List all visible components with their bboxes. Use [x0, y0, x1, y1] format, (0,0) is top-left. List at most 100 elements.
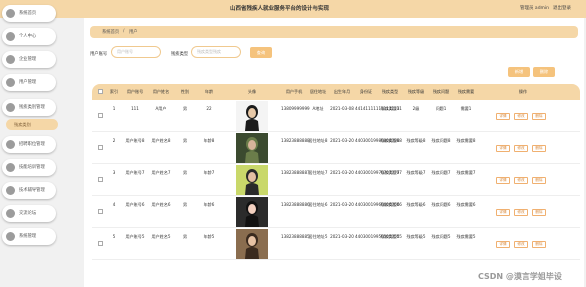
cell-sex: 男 — [182, 170, 188, 175]
edit-button[interactable]: 修改 — [514, 209, 528, 216]
home-icon — [6, 9, 15, 18]
cell-account: 111 — [131, 106, 139, 111]
cell-level: 残疾等级7 — [406, 170, 426, 175]
sidebar-item-tutoring[interactable]: 技术辅导管理 — [2, 182, 56, 199]
cell-account: 用户账号6 — [125, 202, 145, 207]
logout-link[interactable]: 退出登录 — [553, 5, 571, 11]
sidebar-item-profile[interactable]: 个人中心 — [2, 28, 56, 45]
table-header: 索引 用户账号 用户姓名 性别 年龄 头像 用户手机 居住地址 出生年月 身份证… — [92, 84, 580, 100]
building-icon — [6, 55, 15, 64]
cell-type: 残疾类型6 — [380, 202, 400, 207]
cell-type: 残疾类型3 — [380, 106, 400, 111]
cell-addr: 居住地址8 — [308, 138, 328, 143]
detail-button[interactable]: 详情 — [496, 209, 510, 216]
cell-idx: 3 — [112, 170, 116, 175]
book-icon — [6, 163, 15, 172]
row-delete-button[interactable]: 删除 — [532, 113, 546, 120]
cell-age: 年龄5 — [203, 234, 215, 239]
th-level: 残疾等级 — [407, 89, 425, 94]
cell-addr: 居住地址6 — [308, 202, 328, 207]
sidebar-item-label: 企业管理 — [19, 57, 37, 62]
sidebar-item-training[interactable]: 技能培训管理 — [2, 159, 56, 176]
breadcrumb-separator: / — [123, 29, 125, 34]
cell-phone: 13809999999 — [281, 106, 310, 111]
cell-idcard: 440300199505050505 — [355, 234, 402, 239]
search-button[interactable]: 查询 — [250, 47, 272, 58]
cell-need: 残疾需要8 — [456, 138, 476, 143]
detail-button[interactable]: 详情 — [496, 241, 510, 248]
breadcrumb-home[interactable]: 系统首页 — [102, 29, 119, 35]
row-delete-button[interactable]: 删除 — [532, 209, 546, 216]
cell-type: 残疾类型8 — [380, 138, 400, 143]
cell-age: 年龄8 — [203, 138, 215, 143]
row-checkbox[interactable] — [98, 209, 103, 214]
account-label: 用户账号 — [90, 52, 108, 57]
cell-need: 需要1 — [460, 106, 472, 111]
user-table: 索引 用户账号 用户姓名 性别 年龄 头像 用户手机 居住地址 出生年月 身份证… — [92, 84, 580, 287]
edit-button[interactable]: 修改 — [514, 177, 528, 184]
sidebar-item-label: 招聘职位管理 — [19, 142, 45, 147]
sidebar-item-label: 系统管理 — [19, 234, 37, 239]
cell-birth: 2021-03-20 — [330, 138, 354, 143]
cell-age: 22 — [206, 106, 212, 111]
detail-button[interactable]: 详情 — [496, 113, 510, 120]
row-checkbox[interactable] — [98, 145, 103, 150]
cell-age: 年龄7 — [203, 170, 215, 175]
delete-button[interactable]: 删除 — [533, 67, 555, 77]
cell-name: A用户 — [155, 106, 167, 111]
users-icon — [6, 78, 15, 87]
cell-birth: 2021-03-20 — [330, 202, 354, 207]
sidebar-item-company[interactable]: 企业管理 — [2, 51, 56, 68]
row-checkbox[interactable] — [98, 113, 103, 118]
cell-phone: 13823888888 — [281, 138, 310, 143]
th-idcard: 身份证 — [359, 89, 373, 94]
top-bar: 山西省残疾人就业服务平台的设计与实现 管理员 admin 退出登录 — [0, 0, 586, 18]
detail-button[interactable]: 详情 — [496, 177, 510, 184]
sidebar-item-forum[interactable]: 交流论坛 — [2, 205, 56, 222]
cell-level: 残疾等级5 — [406, 234, 426, 239]
breadcrumb: 系统首页 / 用户 — [90, 26, 578, 38]
gear-icon — [6, 232, 15, 241]
row-delete-button[interactable]: 删除 — [532, 145, 546, 152]
edit-button[interactable]: 修改 — [514, 113, 528, 120]
breadcrumb-current: 用户 — [129, 30, 138, 35]
detail-button[interactable]: 详情 — [496, 145, 510, 152]
cell-level: 残疾等级6 — [406, 202, 426, 207]
sidebar-item-label: 残疾类别管理 — [19, 105, 45, 110]
cell-name: 用户姓名6 — [151, 202, 171, 207]
th-actions: 操作 — [518, 89, 528, 94]
cell-account: 用户账号7 — [125, 170, 145, 175]
cell-sex: 男 — [182, 234, 188, 239]
cell-birth: 2021-03-08 — [330, 106, 354, 111]
cell-birth: 2021-03-20 — [330, 234, 354, 239]
edit-button[interactable]: 修改 — [514, 241, 528, 248]
th-type: 残疾类型 — [381, 89, 399, 94]
sidebar-item-users[interactable]: 用户管理 — [2, 74, 56, 91]
sidebar-item-home[interactable]: 系统首页 — [2, 5, 56, 22]
cell-addr: A地址 — [312, 106, 324, 111]
table-row: 2 用户账号8 用户姓名8 男 年龄8 13823888888 居住地址8 2021-03-2… — [92, 132, 580, 164]
watermark: CSDN @漠言学姐毕设 — [478, 272, 562, 281]
row-checkbox[interactable] — [98, 241, 103, 246]
table-row: 3 用户账号7 用户姓名7 男 年龄7 13823888887 居住地址7 2021-03-2… — [92, 164, 580, 196]
th-account: 用户账号 — [126, 89, 144, 94]
edit-button[interactable]: 修改 — [514, 145, 528, 152]
sidebar-subitem-disability-type[interactable]: 残疾类别 — [6, 119, 58, 130]
cell-phone: 13823888886 — [281, 202, 310, 207]
cell-addr: 居住地址5 — [308, 234, 328, 239]
th-address: 居住地址 — [309, 89, 327, 94]
avatar-photo — [236, 197, 268, 227]
select-all-checkbox[interactable] — [98, 89, 103, 94]
sidebar-item-system[interactable]: 系统管理 — [2, 228, 56, 245]
row-delete-button[interactable]: 删除 — [532, 241, 546, 248]
cell-level: 2级 — [412, 106, 420, 111]
account-search-input[interactable]: 用户账号 — [111, 46, 161, 58]
row-checkbox[interactable] — [98, 177, 103, 182]
cell-level: 残疾等级8 — [406, 138, 426, 143]
sidebar-item-jobs[interactable]: 招聘职位管理 — [2, 136, 56, 153]
add-button[interactable]: 新增 — [508, 67, 530, 77]
type-search-input[interactable]: 残疾类型残疾 — [191, 46, 241, 58]
sidebar-item-disability-type[interactable]: 残疾类别管理 — [2, 99, 56, 116]
current-user: 管理员 admin — [520, 6, 550, 11]
row-delete-button[interactable]: 删除 — [532, 177, 546, 184]
